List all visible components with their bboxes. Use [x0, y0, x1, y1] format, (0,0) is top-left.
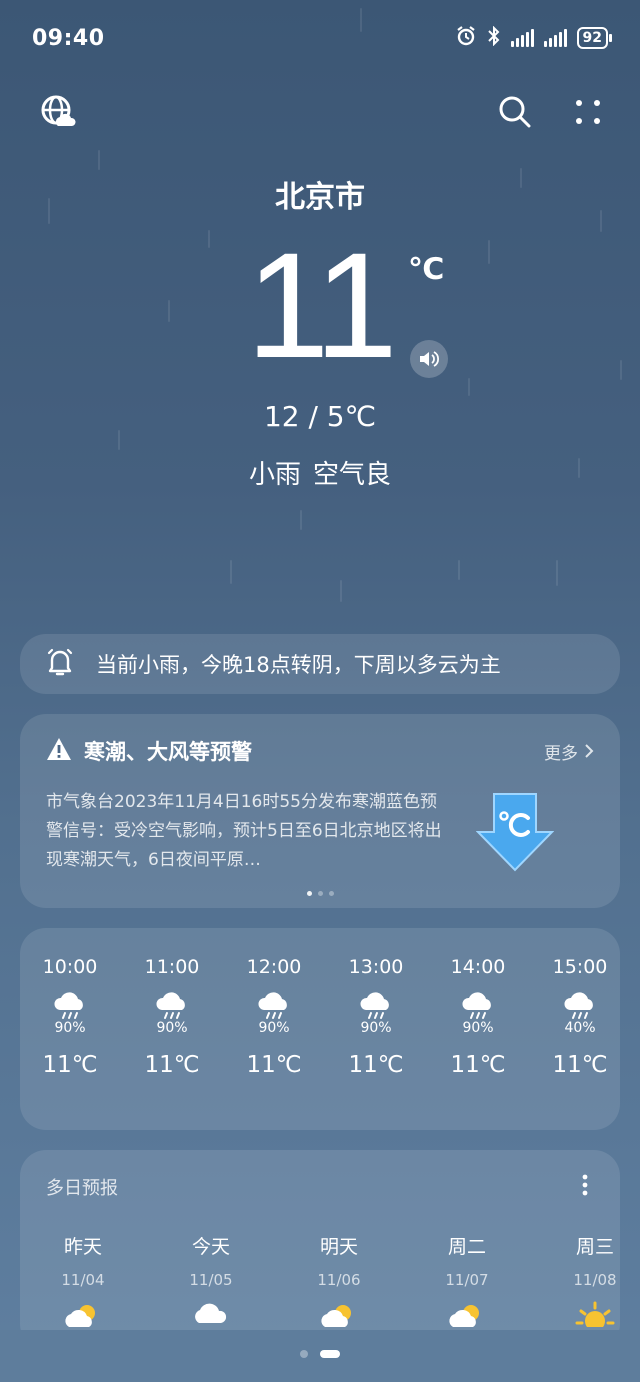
daily-item[interactable]: 今天 11/05: [156, 1232, 266, 1331]
more-vertical-icon[interactable]: [582, 1174, 588, 1200]
daily-item[interactable]: 周三 11/08: [540, 1232, 640, 1331]
weather-warning-card[interactable]: 寒潮、大风等预警 更多 市气象台2023年11月4日16时55分发布寒潮蓝色预警…: [20, 714, 620, 908]
forecast-notice-card[interactable]: 当前小雨，今晚18点转阴，下周以多云为主: [20, 634, 620, 694]
bell-icon: [46, 647, 74, 681]
temperature-unit: ℃: [408, 252, 445, 287]
search-icon[interactable]: [498, 95, 532, 133]
warning-icon: [46, 737, 72, 765]
rain-cloud-icon: [560, 988, 600, 1020]
daily-item[interactable]: 昨天 11/04: [28, 1232, 138, 1331]
speaker-button[interactable]: [410, 340, 448, 378]
rain-cloud-icon: [458, 988, 498, 1020]
globe-weather-icon[interactable]: [40, 94, 78, 136]
temperature-range: 12 / 5℃: [263, 400, 377, 433]
hourly-item: 14:00 90% 11℃: [450, 956, 506, 1078]
hourly-forecast-card[interactable]: 10:00 90% 11℃ 11:00 90% 11℃ 12:00 90% 11…: [20, 928, 620, 1130]
page-indicator: [20, 891, 620, 896]
more-menu-icon[interactable]: [574, 98, 602, 130]
current-temperature: 11: [246, 221, 398, 389]
rain-cloud-icon: [156, 1299, 266, 1331]
hourly-item: 10:00 90% 11℃: [42, 956, 98, 1078]
rain-cloud-icon: [254, 988, 294, 1020]
partly-cloudy-icon: [28, 1299, 138, 1331]
condition-text: 小雨: [248, 460, 301, 490]
hourly-item: 15:00 40% 11℃: [552, 956, 608, 1078]
daily-title: 多日预报: [46, 1178, 118, 1199]
signal-2-icon: [543, 29, 567, 47]
more-label: 更多: [544, 743, 578, 764]
page-indicator[interactable]: [0, 1350, 640, 1358]
weather-condition: 小雨 空气良: [0, 454, 640, 491]
hourly-item: 12:00 90% 11℃: [246, 956, 302, 1078]
partly-cloudy-icon: [284, 1299, 394, 1331]
status-bar: 09:40 92: [32, 22, 613, 54]
air-quality[interactable]: 空气良: [313, 460, 391, 490]
city-name[interactable]: 北京市: [0, 172, 640, 216]
speaker-icon: [420, 351, 440, 367]
rain-cloud-icon: [152, 988, 192, 1020]
cold-wave-icon: [475, 790, 555, 878]
status-time: 09:40: [32, 25, 105, 51]
warning-title: 寒潮、大风等预警: [84, 740, 252, 764]
hourly-item: 11:00 90% 11℃: [144, 956, 200, 1078]
more-link[interactable]: 更多: [544, 739, 594, 764]
alarm-icon: [455, 25, 477, 51]
chevron-right-icon: [585, 744, 594, 758]
signal-1-icon: [510, 29, 534, 47]
daily-item[interactable]: 明天 11/06: [284, 1232, 394, 1331]
rain-cloud-icon: [356, 988, 396, 1020]
sun-icon: [540, 1299, 640, 1331]
daily-item[interactable]: 周二 11/07: [412, 1232, 522, 1331]
bluetooth-icon: [487, 25, 501, 50]
daily-forecast-card[interactable]: 多日预报 昨天 11/04 今天 11/05 明天 11/06 周二 11/07…: [20, 1150, 620, 1350]
battery-indicator: 92: [576, 27, 613, 49]
bottom-bar: [0, 1330, 640, 1382]
rain-cloud-icon: [50, 988, 90, 1020]
hourly-item: 13:00 90% 11℃: [348, 956, 404, 1078]
notice-text: 当前小雨，今晚18点转阴，下周以多云为主: [96, 653, 501, 677]
partly-cloudy-icon: [412, 1299, 522, 1331]
warning-body: 市气象台2023年11月4日16时55分发布寒潮蓝色预警信号：受冷空气影响，预计…: [46, 792, 442, 870]
